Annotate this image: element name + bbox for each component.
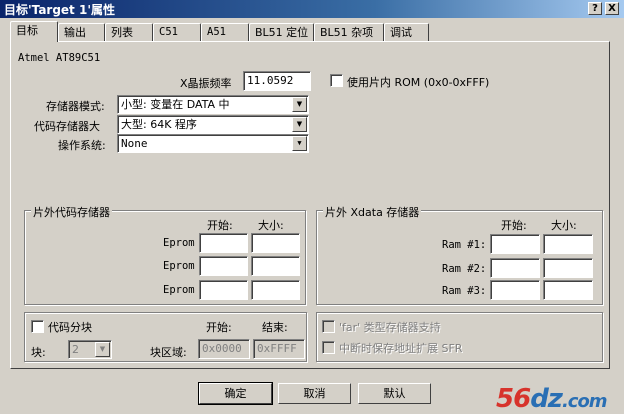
- banks-label: 块:: [31, 346, 46, 359]
- chevron-down-icon[interactable]: ▼: [292, 117, 307, 132]
- os-label: 操作系统:: [58, 139, 106, 152]
- eprom-3-label: Eprom: [163, 284, 195, 296]
- watermark-com: .com: [561, 391, 608, 412]
- ram-1-label: Ram #1:: [442, 239, 487, 251]
- far-memory-checkbox[interactable]: [322, 320, 335, 333]
- memory-model-select[interactable]: 小型: 变量在 DATA 中 ▼: [117, 95, 309, 114]
- code-banking-checkbox[interactable]: [31, 320, 44, 333]
- eprom-1-size[interactable]: [251, 233, 300, 253]
- save-address-label: 中断时保存地址扩展 SFR: [339, 342, 463, 355]
- help-button[interactable]: ?: [588, 2, 602, 15]
- ram-2-start[interactable]: [490, 258, 540, 278]
- chevron-down-icon[interactable]: ▼: [292, 136, 307, 151]
- code-rom-size-label: 代码存储器大: [34, 120, 100, 133]
- bank-area-start[interactable]: 0x0000: [198, 339, 250, 359]
- close-button[interactable]: X: [605, 2, 619, 15]
- device-name: Atmel AT89C51: [18, 52, 101, 64]
- tab-a51[interactable]: A51: [201, 23, 249, 41]
- banks-value: 2: [72, 343, 79, 356]
- banks-select[interactable]: 2 ▼: [68, 340, 112, 359]
- memory-model-value: 小型: 变量在 DATA 中: [121, 98, 230, 111]
- eprom-3-start[interactable]: [199, 280, 248, 300]
- eprom-1-label: Eprom: [163, 237, 195, 249]
- code-rom-size-select[interactable]: 大型: 64K 程序 ▼: [117, 115, 309, 134]
- tab-listing[interactable]: 列表: [105, 23, 153, 41]
- os-select[interactable]: None ▼: [117, 134, 309, 153]
- tab-bl51-locate[interactable]: BL51 定位: [249, 23, 314, 41]
- tab-output[interactable]: 输出: [58, 23, 105, 41]
- save-address-checkbox[interactable]: [322, 341, 335, 354]
- os-value: None: [121, 137, 148, 150]
- on-chip-rom-label: 使用片内 ROM (0x0-0xFFF): [347, 76, 490, 89]
- window-title: 目标'Target 1'属性: [4, 3, 115, 17]
- bank-area-end[interactable]: 0xFFFF: [253, 339, 305, 359]
- code-rom-size-value: 大型: 64K 程序: [121, 118, 197, 131]
- tab-target[interactable]: 目标: [10, 21, 58, 42]
- watermark-logo: 56dz.com: [496, 384, 608, 414]
- chevron-down-icon[interactable]: ▼: [95, 342, 110, 357]
- off-chip-code-title: 片外代码存储器: [31, 204, 112, 220]
- off-chip-xdata-size-label: 大小:: [551, 219, 577, 232]
- watermark-dz: dz: [530, 384, 563, 414]
- xtal-label: X晶振频率: [180, 77, 232, 90]
- banking-start-label: 开始:: [206, 321, 232, 334]
- eprom-2-start[interactable]: [199, 256, 248, 276]
- eprom-2-size[interactable]: [251, 256, 300, 276]
- ram-1-start[interactable]: [490, 234, 540, 254]
- off-chip-xdata-title: 片外 Xdata 存储器: [323, 204, 422, 220]
- code-banking-label: 代码分块: [48, 321, 92, 334]
- ram-3-label: Ram #3:: [442, 285, 487, 297]
- ram-3-start[interactable]: [490, 280, 540, 300]
- off-chip-code-size-label: 大小:: [258, 219, 284, 232]
- cancel-button[interactable]: 取消: [278, 383, 351, 404]
- eprom-2-label: Eprom: [163, 260, 195, 272]
- memory-model-label: 存储器模式:: [46, 100, 105, 113]
- off-chip-xdata-start-label: 开始:: [501, 219, 527, 232]
- banking-end-label: 结束:: [262, 321, 288, 334]
- watermark-main: 56: [496, 384, 531, 414]
- defaults-button[interactable]: 默认: [358, 383, 431, 404]
- ok-button[interactable]: 确定: [198, 382, 273, 405]
- ram-3-size[interactable]: [543, 280, 593, 300]
- tab-bl51-misc[interactable]: BL51 杂项: [314, 23, 384, 41]
- bank-area-label: 块区域:: [150, 346, 187, 359]
- xtal-input[interactable]: 11.0592: [243, 71, 311, 91]
- off-chip-code-start-label: 开始:: [207, 219, 233, 232]
- ram-1-size[interactable]: [543, 234, 593, 254]
- tab-c51[interactable]: C51: [153, 23, 201, 41]
- eprom-1-start[interactable]: [199, 233, 248, 253]
- ram-2-label: Ram #2:: [442, 263, 487, 275]
- far-memory-label: 'far' 类型存储器支持: [339, 321, 441, 334]
- ram-2-size[interactable]: [543, 258, 593, 278]
- eprom-3-size[interactable]: [251, 280, 300, 300]
- title-bar: 目标'Target 1'属性 ? X: [0, 0, 624, 18]
- tab-debug[interactable]: 调试: [384, 23, 429, 41]
- chevron-down-icon[interactable]: ▼: [292, 97, 307, 112]
- on-chip-rom-checkbox[interactable]: [330, 74, 343, 87]
